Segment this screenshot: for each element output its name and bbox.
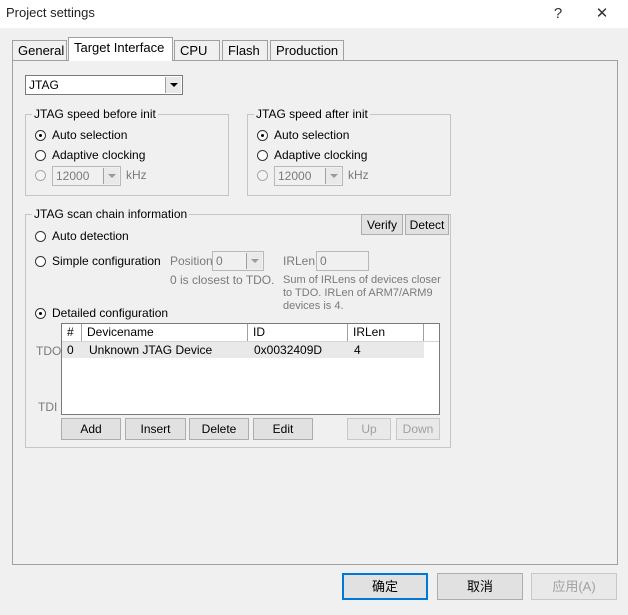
delete-button[interactable]: Delete <box>189 418 249 440</box>
column-header-index[interactable]: # <box>62 324 82 341</box>
tdo-label: TDO <box>36 344 62 358</box>
after-adaptive-clocking-radio[interactable]: Adaptive clocking <box>257 147 367 163</box>
window-title: Project settings <box>6 5 95 20</box>
radio-checked-icon[interactable] <box>257 129 268 141</box>
irlen-field[interactable]: 0 <box>316 251 369 271</box>
interface-select-value: JTAG <box>29 78 59 92</box>
before-auto-selection-label: Auto selection <box>52 128 128 142</box>
device-table[interactable]: # Devicename ID IRLen 0 Unknown JTAG Dev… <box>61 323 440 415</box>
device-table-header: # Devicename ID IRLen <box>62 324 439 342</box>
irlen-note-line: Sum of IRLens of devices closer <box>283 274 441 286</box>
auto-detection-label: Auto detection <box>52 229 129 243</box>
after-adaptive-clocking-label: Adaptive clocking <box>274 148 368 162</box>
close-icon[interactable]: ✕ <box>580 0 624 28</box>
detailed-configuration-radio[interactable]: Detailed configuration <box>35 305 168 321</box>
speed-after-init-legend: JTAG speed after init <box>254 107 370 121</box>
before-fixed-speed-radio[interactable] <box>35 167 52 183</box>
interface-select[interactable]: JTAG <box>25 75 183 95</box>
radio-checked-icon[interactable] <box>35 129 46 141</box>
simple-configuration-radio[interactable]: Simple configuration <box>35 253 161 269</box>
before-adaptive-clocking-label: Adaptive clocking <box>52 148 146 162</box>
irlen-note-line: to TDO. IRLen of ARM7/ARM9 <box>283 287 433 299</box>
row-id: 0x0032409D <box>254 343 323 357</box>
after-speed-value: 12000 <box>278 169 312 183</box>
after-speed-select[interactable]: 12000 <box>274 166 343 186</box>
before-speed-select[interactable]: 12000 <box>52 166 121 186</box>
row-devicename: Unknown JTAG Device <box>89 343 213 357</box>
chevron-down-icon[interactable] <box>325 168 341 184</box>
after-fixed-speed-radio[interactable] <box>257 167 274 183</box>
radio-icon[interactable] <box>257 149 268 161</box>
verify-button[interactable]: Verify <box>361 214 403 235</box>
tab-general[interactable]: General <box>12 40 67 60</box>
column-header-devicename[interactable]: Devicename <box>82 324 248 341</box>
detect-button[interactable]: Detect <box>405 214 449 235</box>
tab-flash[interactable]: Flash <box>222 40 268 60</box>
simple-configuration-label: Simple configuration <box>52 254 161 268</box>
insert-button[interactable]: Insert <box>125 418 186 440</box>
tdi-label: TDI <box>38 400 58 414</box>
scan-chain-legend: JTAG scan chain information <box>32 207 190 221</box>
add-button[interactable]: Add <box>61 418 121 440</box>
chevron-down-icon[interactable] <box>165 77 181 93</box>
title-bar: Project settings ? ✕ <box>0 0 628 28</box>
apply-button[interactable]: 应用(A) <box>531 573 617 600</box>
radio-icon[interactable] <box>35 255 46 267</box>
edit-button[interactable]: Edit <box>253 418 313 440</box>
radio-icon[interactable] <box>35 169 46 181</box>
tab-target-interface[interactable]: Target Interface <box>68 37 173 61</box>
row-irlen: 4 <box>354 343 361 357</box>
before-speed-value: 12000 <box>56 169 90 183</box>
table-row[interactable]: 0 Unknown JTAG Device 0x0032409D 4 <box>62 342 424 358</box>
irlen-note: Sum of IRLens of devices closer to TDO. … <box>283 274 441 313</box>
before-auto-selection-radio[interactable]: Auto selection <box>35 127 127 143</box>
radio-icon[interactable] <box>35 149 46 161</box>
before-adaptive-clocking-radio[interactable]: Adaptive clocking <box>35 147 145 163</box>
column-header-irlen[interactable]: IRLen <box>348 324 424 341</box>
chevron-down-icon[interactable] <box>103 168 119 184</box>
chevron-down-icon[interactable] <box>246 253 262 269</box>
after-auto-selection-radio[interactable]: Auto selection <box>257 127 349 143</box>
radio-icon[interactable] <box>257 169 268 181</box>
after-speed-unit: kHz <box>348 168 369 182</box>
position-value: 0 <box>216 254 223 268</box>
ok-button[interactable]: 确定 <box>342 573 428 600</box>
radio-checked-icon[interactable] <box>35 307 46 319</box>
after-auto-selection-label: Auto selection <box>274 128 350 142</box>
help-icon[interactable]: ? <box>536 0 580 28</box>
irlen-note-line: devices is 4. <box>283 300 344 312</box>
cancel-button[interactable]: 取消 <box>437 573 523 600</box>
project-settings-window: Project settings ? ✕ General Target Inte… <box>0 0 628 615</box>
radio-icon[interactable] <box>35 230 46 242</box>
speed-before-init-legend: JTAG speed before init <box>32 107 158 121</box>
before-speed-unit: kHz <box>126 168 147 182</box>
auto-detection-radio[interactable]: Auto detection <box>35 228 129 244</box>
tab-cpu[interactable]: CPU <box>174 40 220 60</box>
row-index: 0 <box>67 343 74 357</box>
irlen-label: IRLen <box>283 254 316 268</box>
column-header-id[interactable]: ID <box>248 324 348 341</box>
position-label: Position <box>170 254 213 268</box>
position-note: 0 is closest to TDO. <box>170 273 275 287</box>
position-select[interactable]: 0 <box>212 251 264 271</box>
detailed-configuration-label: Detailed configuration <box>52 306 169 320</box>
down-button[interactable]: Down <box>396 418 440 440</box>
tab-production[interactable]: Production <box>270 40 344 60</box>
up-button[interactable]: Up <box>347 418 391 440</box>
